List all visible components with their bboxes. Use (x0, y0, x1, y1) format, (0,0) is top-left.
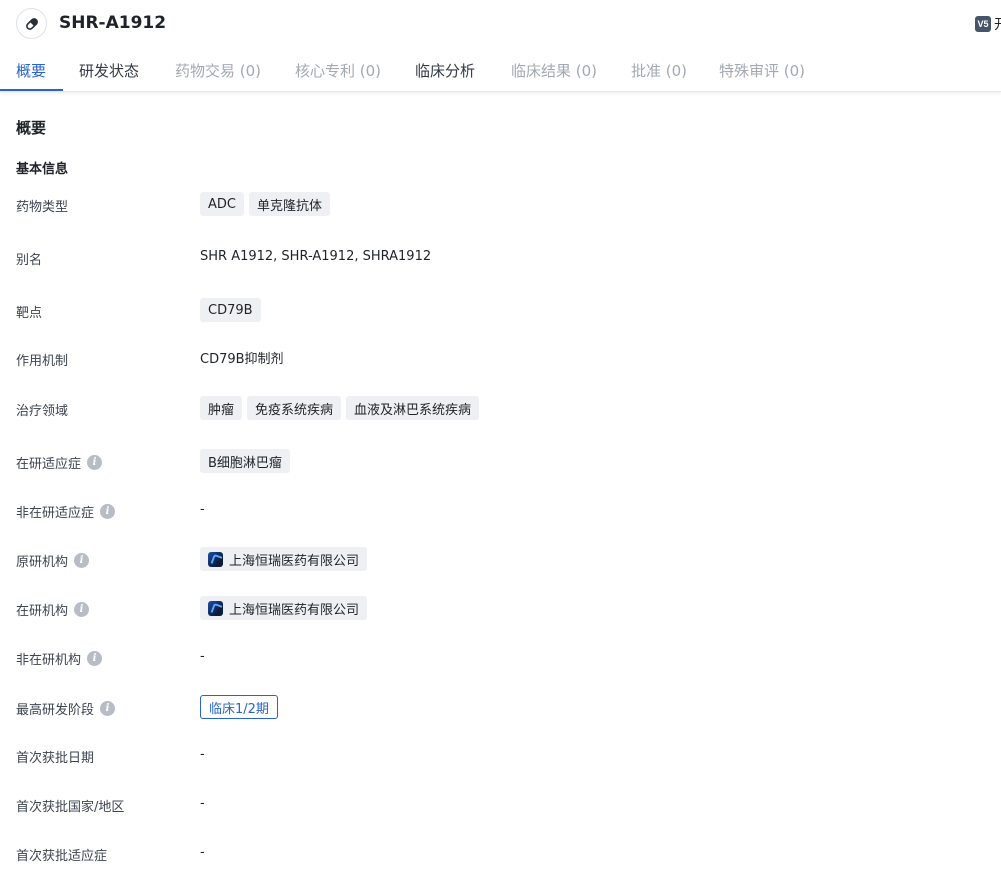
row-label: 最高研发阶段 i (16, 699, 116, 718)
tab-clinical-analysis[interactable]: 临床分析 (415, 52, 475, 92)
phase-tag[interactable]: 临床1/2期 (200, 695, 278, 719)
row-value: 肿瘤 免疫系统疾病 血液及淋巴系统疾病 (200, 396, 484, 420)
tab-overview[interactable]: 概要 (16, 52, 46, 92)
tab-special-review[interactable]: 特殊审评 (0) (719, 52, 805, 92)
organization-name: 上海恒瑞医药有限公司 (229, 553, 360, 569)
row-label: 在研适应症 i (16, 453, 103, 472)
tab-clinical-results[interactable]: 临床结果 (0) (511, 52, 597, 92)
empty-value: - (200, 649, 205, 664)
subsection-title: 基本信息 (16, 162, 69, 177)
row-value: - (200, 502, 205, 517)
company-logo-icon (208, 600, 223, 616)
empty-value: - (200, 796, 205, 811)
empty-value: - (200, 747, 205, 762)
mechanism-text[interactable]: CD79B抑制剂 (200, 348, 284, 367)
empty-value: - (200, 845, 205, 860)
info-icon[interactable]: i (87, 651, 103, 666)
tab-core-patents[interactable]: 核心专利 (0) (295, 52, 381, 92)
row-label: 非在研适应症 i (16, 502, 116, 521)
therapeutic-area-tag[interactable]: 免疫系统疾病 (247, 396, 342, 420)
organization-tag[interactable]: 上海恒瑞医药有限公司 (200, 596, 368, 620)
row-label: 作用机制 (16, 354, 69, 369)
row-label: 原研机构 i (16, 551, 90, 570)
info-icon[interactable]: i (100, 504, 116, 519)
row-value: SHR A1912, SHR-A1912, SHRA1912 (200, 249, 431, 264)
row-label: 非在研机构 i (16, 649, 103, 668)
indication-tag[interactable]: B细胞淋巴瘤 (200, 449, 290, 473)
therapeutic-area-tag[interactable]: 血液及淋巴系统疾病 (346, 396, 480, 420)
drug-name: SHR-A1912 (59, 13, 167, 33)
row-label: 药物类型 (16, 200, 69, 215)
tab-approvals[interactable]: 批准 (0) (631, 52, 687, 92)
active-tab-indicator (0, 89, 63, 91)
row-label: 靶点 (16, 306, 43, 321)
row-label: 首次获批国家/地区 (16, 800, 125, 815)
info-icon[interactable]: i (100, 701, 116, 716)
info-icon[interactable]: i (74, 602, 90, 617)
target-tag[interactable]: CD79B (200, 298, 261, 322)
drug-type-tag[interactable]: 单克隆抗体 (248, 192, 330, 216)
therapeutic-area-tag[interactable]: 肿瘤 (200, 396, 243, 420)
row-label: 首次获批日期 (16, 751, 95, 766)
section-title: 概要 (16, 119, 47, 137)
row-value: ADC 单克隆抗体 (200, 192, 335, 216)
row-value: CD79B抑制剂 (200, 348, 284, 367)
row-label: 治疗领域 (16, 404, 69, 419)
organization-tag[interactable]: 上海恒瑞医药有限公司 (200, 547, 368, 571)
row-value: - (200, 649, 205, 664)
pill-icon (16, 8, 47, 39)
empty-value: - (200, 502, 205, 517)
drug-type-tag[interactable]: ADC (200, 192, 244, 216)
organization-name: 上海恒瑞医药有限公司 (229, 602, 360, 618)
row-value: - (200, 796, 205, 811)
alias-text: SHR A1912, SHR-A1912, SHRA1912 (200, 249, 432, 264)
row-value: 上海恒瑞医药有限公司 (200, 547, 372, 571)
company-logo-icon (208, 551, 223, 567)
row-value: 上海恒瑞医药有限公司 (200, 596, 372, 620)
tab-drug-deals[interactable]: 药物交易 (0) (175, 52, 261, 92)
tab-bar: 概要 研发状态 药物交易 (0) 核心专利 (0) 临床分析 临床结果 (0) … (0, 52, 1001, 92)
info-icon[interactable]: i (74, 553, 90, 568)
header-action-text[interactable]: 开 (994, 14, 1001, 34)
row-label: 别名 (16, 253, 43, 268)
row-value: - (200, 747, 205, 762)
row-value: B细胞淋巴瘤 (200, 449, 295, 473)
row-value: 临床1/2期 (200, 695, 278, 719)
row-label: 在研机构 i (16, 600, 90, 619)
version-badge[interactable]: V5 (975, 16, 991, 32)
tab-dev-status[interactable]: 研发状态 (79, 52, 139, 92)
row-value: - (200, 845, 205, 860)
info-icon[interactable]: i (87, 455, 103, 470)
row-value: CD79B (200, 298, 266, 322)
drug-header: SHR-A1912 V5 开 (0, 0, 1001, 46)
row-label: 首次获批适应症 (16, 849, 108, 864)
